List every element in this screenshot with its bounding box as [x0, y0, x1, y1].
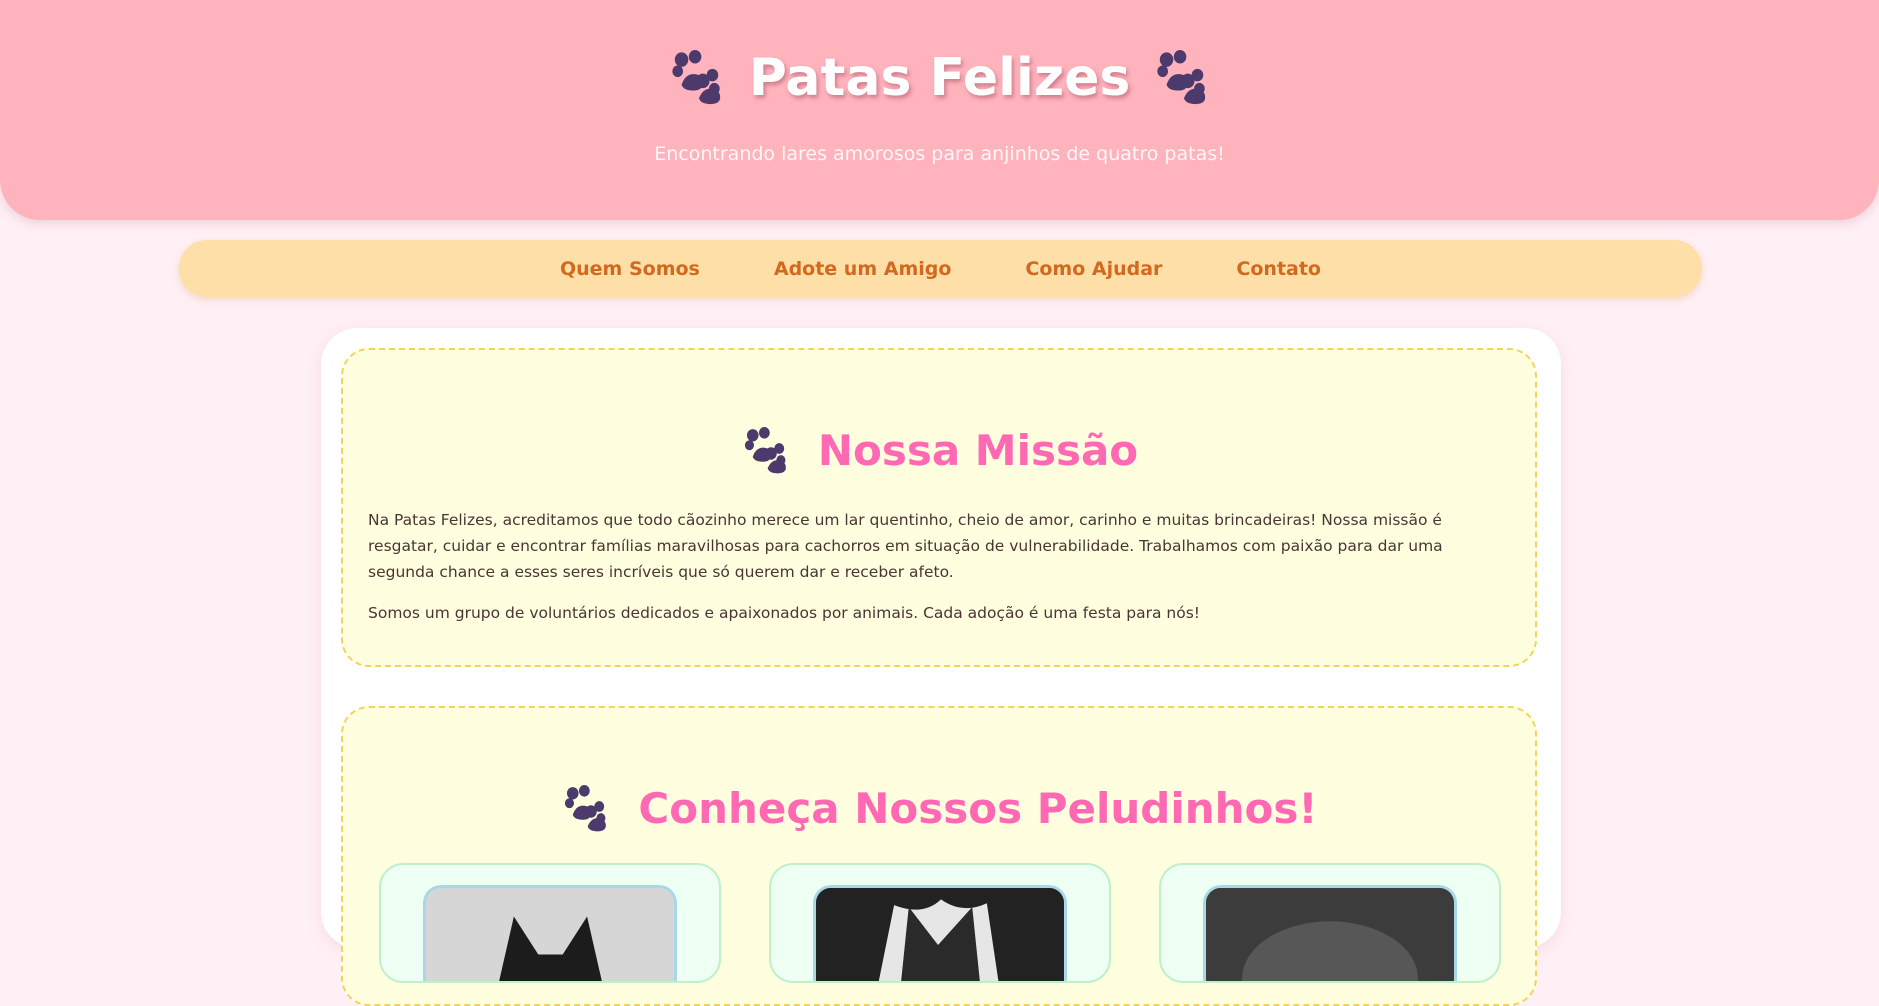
nav-item-contato[interactable]: Contato	[1236, 258, 1321, 280]
dog-photo[interactable]	[813, 885, 1067, 981]
nav-item-quem-somos[interactable]: Quem Somos	[560, 258, 700, 280]
dog-photo[interactable]	[423, 885, 677, 981]
mission-paragraph-2: Somos um grupo de voluntários dedicados …	[368, 604, 1201, 622]
pet-card[interactable]	[379, 863, 721, 983]
pets-heading: Conheça Nossos Peludinhos!	[343, 784, 1535, 833]
pets-heading-text: Conheça Nossos Peludinhos!	[638, 784, 1318, 833]
main-nav: Quem Somos Adote um Amigo Como Ajudar Co…	[179, 240, 1702, 297]
paw-print-icon	[1152, 50, 1212, 106]
mission-section: Nossa Missão Na Patas Felizes, acreditam…	[341, 348, 1537, 667]
site-header: Patas Felizes Encontrando lares amorosos…	[0, 0, 1879, 220]
main-content: Nossa Missão Na Patas Felizes, acreditam…	[321, 328, 1561, 1006]
paw-print-icon	[667, 50, 727, 106]
dog-photo[interactable]	[1203, 885, 1457, 981]
paw-print-icon	[560, 784, 612, 833]
mission-paragraph-1: Na Patas Felizes, acreditamos que todo c…	[368, 511, 1443, 581]
pet-card[interactable]	[769, 863, 1111, 983]
mission-heading: Nossa Missão	[343, 426, 1535, 475]
site-subtitle: Encontrando lares amorosos para anjinhos…	[654, 143, 1225, 165]
pets-section: Conheça Nossos Peludinhos!	[341, 706, 1537, 1006]
nav-item-como-ajudar[interactable]: Como Ajudar	[1025, 258, 1162, 280]
site-title-text: Patas Felizes	[748, 48, 1131, 108]
site-title: Patas Felizes	[0, 48, 1879, 108]
nav-item-adote-um-amigo[interactable]: Adote um Amigo	[774, 258, 952, 280]
paw-print-icon	[740, 426, 792, 475]
pet-card[interactable]	[1159, 863, 1501, 983]
mission-heading-text: Nossa Missão	[817, 426, 1139, 475]
